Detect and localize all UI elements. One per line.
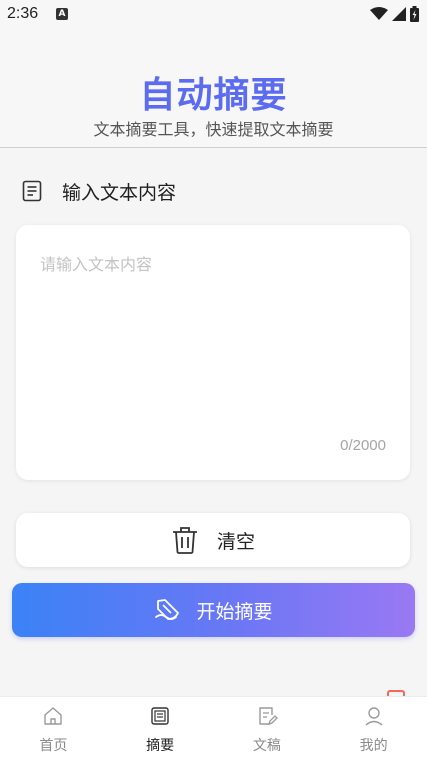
start-summary-button[interactable]: 开始摘要 (12, 583, 415, 637)
input-section-title: 输入文本内容 (62, 181, 177, 204)
text-input-area[interactable] (16, 225, 410, 425)
app-header: 自动摘要 文本摘要工具，快速提取文本摘要 (0, 30, 427, 148)
bottom-tab-bar: 首页 摘要 文稿 我的 (0, 696, 427, 760)
summary-tab-icon (151, 707, 169, 725)
text-input-card: 0/2000 (16, 225, 410, 480)
tab-summary[interactable]: 摘要 (107, 697, 214, 760)
trash-icon (172, 527, 197, 554)
tab-profile-label: 我的 (359, 738, 388, 754)
clear-button[interactable]: 清空 (16, 513, 410, 567)
profile-icon (365, 707, 383, 726)
battery-icon (410, 6, 419, 22)
clear-button-label: 清空 (216, 530, 255, 553)
char-counter: 0/2000 (340, 437, 386, 454)
tab-profile[interactable]: 我的 (320, 697, 427, 760)
status-icons (370, 6, 419, 22)
status-bar: 2:36 A (0, 0, 427, 30)
input-section-heading: 输入文本内容 (20, 178, 176, 204)
wifi-icon (370, 7, 388, 20)
summary-icon (155, 599, 180, 620)
draft-icon (259, 707, 278, 726)
tab-home-label: 首页 (39, 738, 68, 754)
tab-drafts-label: 文稿 (252, 738, 281, 754)
notification-icon: A (56, 8, 68, 20)
page-subtitle: 文本摘要工具，快速提取文本摘要 (93, 120, 334, 139)
status-time: 2:36 (7, 5, 39, 22)
home-icon (44, 707, 63, 725)
document-icon (22, 180, 42, 202)
start-summary-label: 开始摘要 (196, 600, 273, 623)
signal-icon (392, 7, 406, 21)
tab-home[interactable]: 首页 (0, 697, 107, 760)
tab-drafts[interactable]: 文稿 (214, 697, 321, 760)
tab-summary-label: 摘要 (146, 738, 175, 754)
page-title: 自动摘要 (139, 75, 288, 116)
